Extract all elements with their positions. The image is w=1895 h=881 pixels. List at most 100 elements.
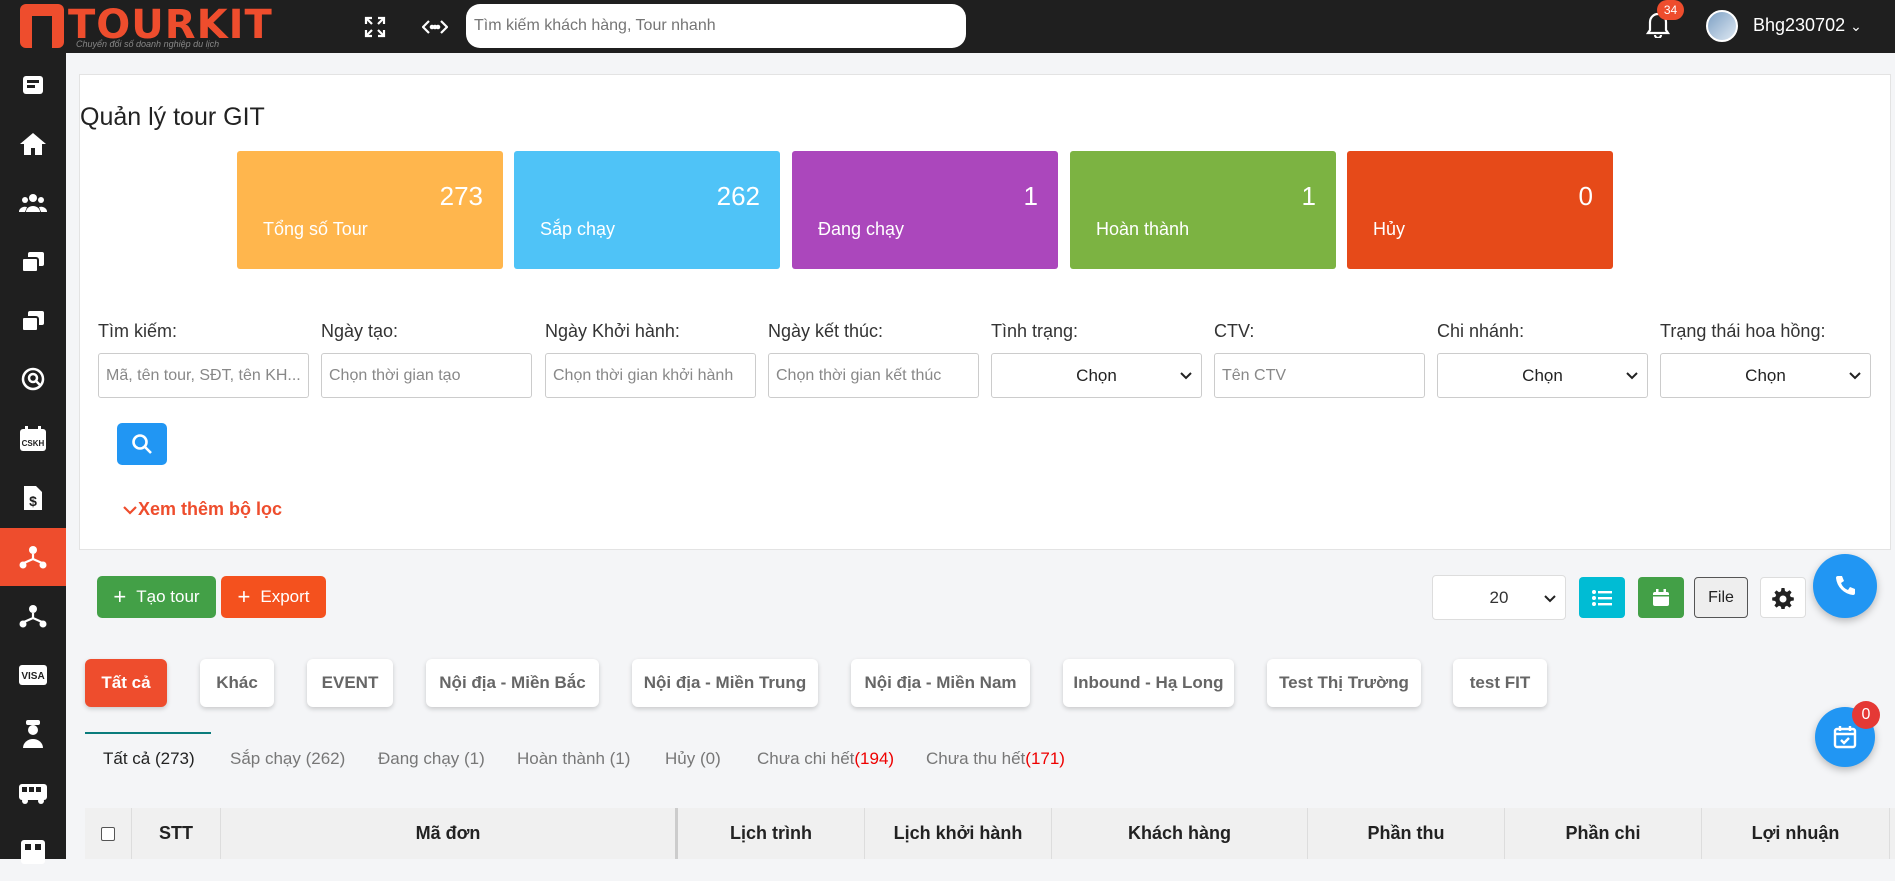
tab-unpaid-expenses[interactable]: Chưa chi hết(194) (757, 749, 894, 769)
copy-stack-icon (21, 311, 44, 332)
column-header[interactable]: Tr (1890, 808, 1895, 859)
table-header: STT Mã đơn Lịch trình Lịch khởi hành Khá… (85, 808, 1895, 859)
column-header[interactable]: Lợi nhuận (1702, 808, 1890, 859)
category-chip[interactable]: Khác (200, 659, 274, 707)
quick-search-input[interactable] (466, 4, 966, 48)
category-chip[interactable]: Nội địa - Miền Trung (632, 659, 818, 707)
fullscreen-icon[interactable] (360, 12, 390, 42)
sidebar-item-tour-git[interactable] (0, 528, 66, 586)
sidebar: CSKH $ VISA (0, 53, 66, 864)
tab-all[interactable]: Tất cả (273) (103, 749, 195, 769)
stat-value: 1 (1301, 181, 1316, 211)
calendar-check-icon (1833, 726, 1857, 749)
departure-date-input[interactable]: Chọn thời gian khởi hành (545, 353, 756, 398)
category-chip[interactable]: Inbound - Hạ Long (1063, 659, 1234, 707)
dashboard-icon (23, 76, 43, 94)
page-size-select[interactable]: 20 (1432, 575, 1566, 620)
stat-label: Hoàn thành (1096, 219, 1190, 239)
category-chip[interactable]: Nội địa - Miền Nam (851, 659, 1030, 707)
calendar-view-button[interactable] (1638, 577, 1684, 618)
schedule-badge: 0 (1852, 701, 1880, 729)
category-chip[interactable]: Test Thị Trường (1267, 659, 1421, 707)
stat-value: 262 (716, 181, 760, 211)
tab-upcoming[interactable]: Sắp chạy (262) (230, 749, 345, 769)
call-floating-button[interactable] (1813, 554, 1877, 618)
users-icon (19, 194, 47, 212)
branch-select[interactable]: Chọn (1437, 353, 1648, 398)
list-icon (1592, 589, 1612, 606)
sidebar-item-guides[interactable] (0, 705, 66, 763)
stat-value: 1 (1023, 181, 1038, 211)
stat-card-total[interactable]: 273 Tổng số Tour (237, 151, 503, 269)
top-bar: TOURKIT Chuyển đổi số doanh nghiệp du lị… (0, 0, 1895, 53)
stat-value: 273 (439, 181, 483, 211)
category-chip[interactable]: test FIT (1453, 659, 1547, 707)
tab-running[interactable]: Đang chạy (1) (378, 749, 485, 769)
category-chip[interactable]: EVENT (307, 659, 393, 707)
create-tour-label: Tạo tour (136, 587, 200, 606)
sidebar-item-more[interactable] (0, 823, 66, 881)
sidebar-item-home[interactable] (0, 115, 66, 173)
ctv-input[interactable]: Tên CTV (1214, 353, 1425, 398)
category-chip[interactable]: Nội địa - Miền Bắc (426, 659, 599, 707)
bus-icon (19, 784, 47, 804)
expand-width-icon[interactable] (420, 12, 450, 42)
file-button[interactable]: File (1694, 577, 1748, 618)
select-all-checkbox[interactable] (101, 826, 115, 841)
stat-value: 0 (1578, 181, 1593, 211)
filter-label-commission: Trạng thái hoa hồng: (1660, 321, 1826, 341)
more-filters-link[interactable]: Xem thêm bộ lọc (122, 499, 282, 520)
plus-icon: + (237, 584, 251, 609)
settings-button[interactable] (1760, 577, 1806, 618)
sidebar-item-support[interactable] (0, 351, 66, 409)
stat-label: Hủy (1373, 219, 1406, 239)
stat-card-completed[interactable]: 1 Hoàn thành (1070, 151, 1336, 269)
notification-badge: 34 (1657, 0, 1684, 20)
status-select-value: Chọn (1076, 365, 1117, 385)
create-tour-button[interactable]: + Tạo tour (97, 576, 216, 618)
sidebar-item-customers[interactable] (0, 174, 66, 232)
sidebar-item-services[interactable] (0, 292, 66, 350)
created-date-input[interactable]: Chọn thời gian tạo (321, 353, 532, 398)
filter-label-branch: Chi nhánh: (1437, 321, 1525, 341)
commission-select-value: Chọn (1745, 365, 1786, 385)
sidebar-item-transport[interactable] (0, 764, 66, 822)
filter-label-end: Ngày kết thúc: (768, 321, 884, 341)
sidebar-item-visa[interactable]: VISA (0, 646, 66, 704)
sidebar-item-products[interactable] (0, 233, 66, 291)
end-date-input[interactable]: Chọn thời gian kết thúc (768, 353, 979, 398)
tab-count: (194) (854, 749, 895, 768)
tab-cancelled[interactable]: Hủy (0) (665, 749, 721, 769)
column-header[interactable]: Phần chi (1505, 808, 1702, 859)
sidebar-item-dashboard[interactable] (0, 56, 66, 114)
stat-card-running[interactable]: 1 Đang chạy (792, 151, 1058, 269)
column-header[interactable]: Khách hàng (1052, 808, 1308, 859)
chevron-down-icon: ⌄ (1850, 18, 1862, 34)
column-header[interactable]: Lịch trình (678, 808, 865, 859)
column-header[interactable]: Lịch khởi hành (865, 808, 1052, 859)
column-header[interactable]: Phần thu (1308, 808, 1505, 859)
visa-card-icon: VISA (19, 665, 47, 685)
tab-completed[interactable]: Hoàn thành (1) (517, 749, 630, 769)
search-button[interactable] (117, 423, 167, 465)
tourkit-logo[interactable]: TOURKIT Chuyển đổi số doanh nghiệp du lị… (18, 2, 272, 50)
sidebar-item-finance[interactable]: $ (0, 469, 66, 527)
user-menu[interactable]: Bhg230702 ⌄ (1753, 15, 1862, 36)
search-input[interactable]: Mã, tên tour, SĐT, tên KH... (98, 353, 309, 398)
commission-status-select[interactable]: Chọn (1660, 353, 1871, 398)
column-header[interactable]: Mã đơn (221, 808, 678, 859)
svg-text:$: $ (29, 493, 37, 509)
tab-uncollected[interactable]: Chưa thu hết(171) (926, 749, 1065, 769)
avatar[interactable] (1706, 10, 1738, 42)
stat-card-upcoming[interactable]: 262 Sắp chạy (514, 151, 780, 269)
gear-icon (1772, 587, 1794, 609)
category-chip-all[interactable]: Tất cả (85, 659, 167, 707)
export-button[interactable]: + Export (221, 576, 326, 618)
column-header[interactable]: STT (132, 808, 221, 859)
list-view-button[interactable] (1579, 577, 1625, 618)
stat-card-cancelled[interactable]: 0 Hủy (1347, 151, 1613, 269)
status-select[interactable]: Chọn (991, 353, 1202, 398)
sidebar-item-tour-fit[interactable] (0, 587, 66, 645)
page-title: Quản lý tour GIT (80, 103, 265, 131)
sidebar-item-cskh[interactable]: CSKH (0, 410, 66, 468)
